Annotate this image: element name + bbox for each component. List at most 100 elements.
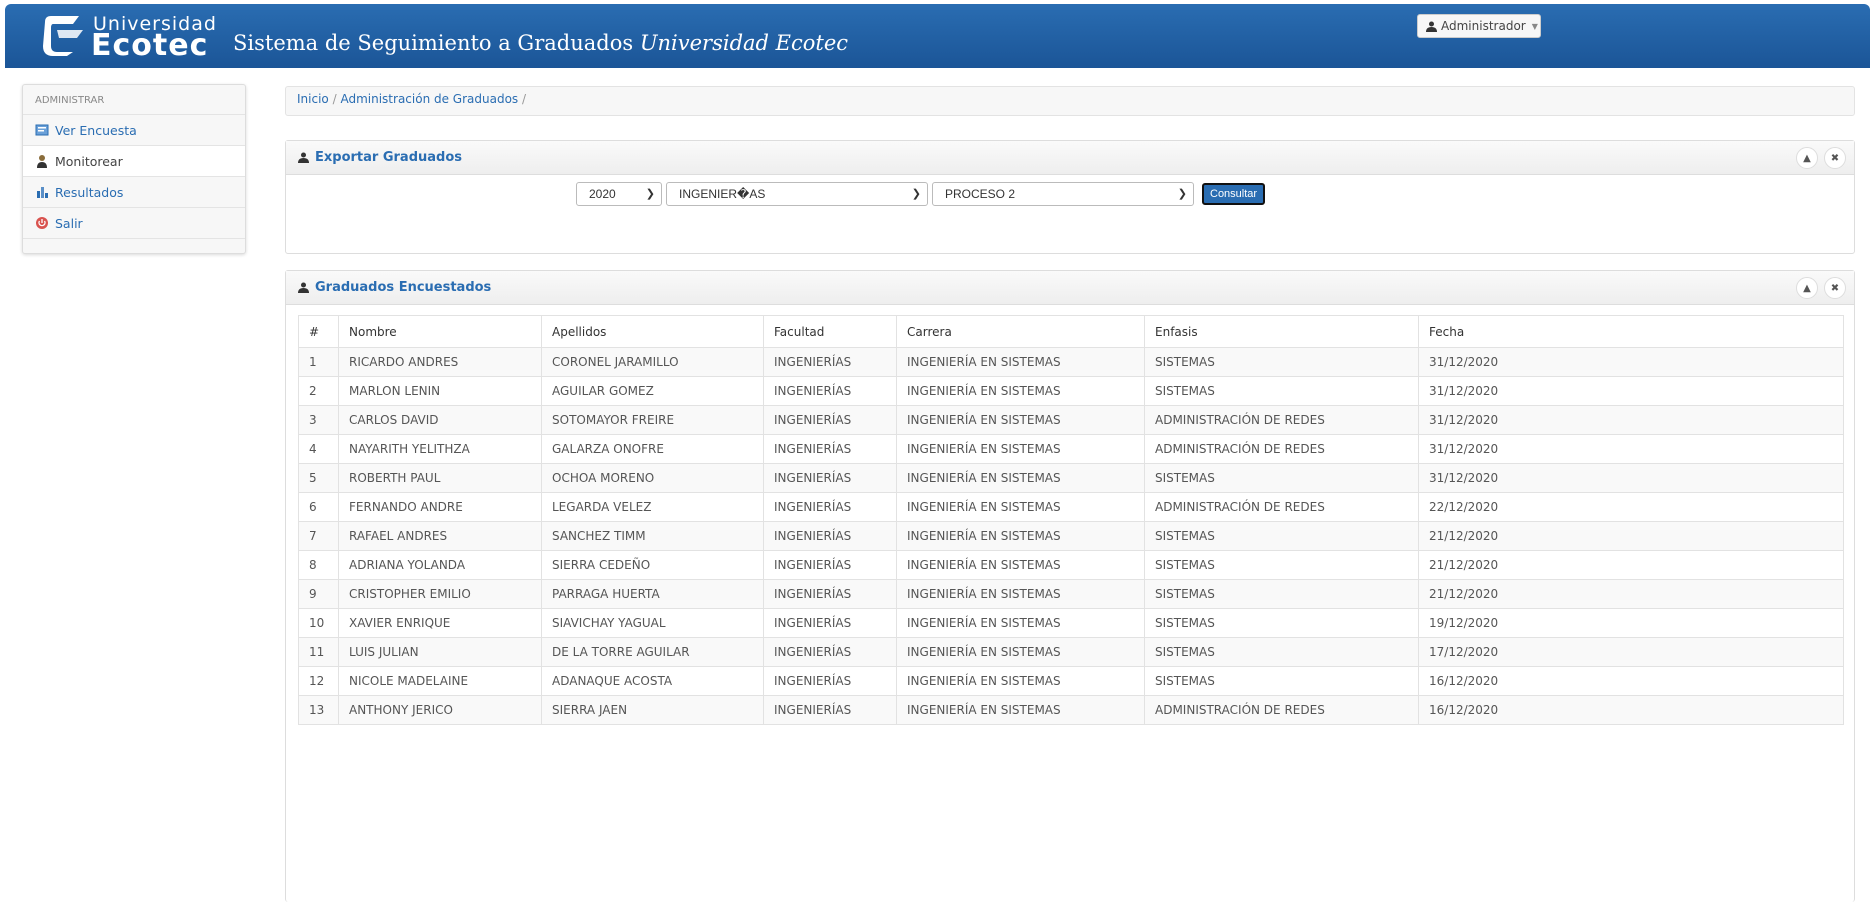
cell-last-name: SOTOMAYOR FREIRE [541,405,764,435]
cell-first-name: RICARDO ANDRES [338,347,542,377]
table-row[interactable]: 2 MARLON LENIN AGUILAR GOMEZ INGENIERÍAS ING… [298,376,1844,406]
sidebar-item-resultados[interactable]: Resultados [23,177,245,208]
cell-career: INGENIERÍA EN SISTEMAS [896,376,1145,406]
chevron-down-icon: ❯ [911,188,921,200]
cell-emphasis: SISTEMAS [1144,637,1419,667]
graduates-panel-title: Graduados Encuestados [315,280,492,295]
chevron-down-icon: ❯ [645,188,655,200]
table-row[interactable]: 6 FERNANDO ANDRE LEGARDA VELEZ INGENIERÍAS I… [298,492,1844,522]
user-icon [1426,21,1437,32]
table-row[interactable]: 5 ROBERTH PAUL OCHOA MORENO INGENIERÍAS INGE… [298,463,1844,493]
cell-first-name: ROBERTH PAUL [338,463,542,493]
title-italic: Universidad Ecotec [639,31,849,55]
graduates-panel: Graduados Encuestados ▲ ✖ # Nombre Apell… [285,270,1855,902]
cell-row-number: 3 [298,405,339,435]
cell-last-name: GALARZA ONOFRE [541,434,764,464]
column-header[interactable]: Carrera [896,315,1145,348]
graduates-panel-header: Graduados Encuestados ▲ ✖ [286,271,1854,305]
close-icon[interactable]: ✖ [1824,277,1846,299]
cell-emphasis: ADMINISTRACIÓN DE REDES [1144,405,1419,435]
cell-first-name: FERNANDO ANDRE [338,492,542,522]
cell-row-number: 2 [298,376,339,406]
user-menu-button[interactable]: Administrador ▼ [1417,14,1541,38]
process-select-value: PROCESO 2 [945,187,1016,201]
collapse-icon[interactable]: ▲ [1796,277,1818,299]
table-header-row: # Nombre Apellidos Facultad Carrera Enfa… [298,315,1844,348]
sidebar-item-salir[interactable]: Salir [23,208,245,239]
table-row[interactable]: 8 ADRIANA YOLANDA SIERRA CEDEÑO INGENIERÍAS… [298,550,1844,580]
year-select-value: 2020 [589,187,616,201]
table-row[interactable]: 1 RICARDO ANDRES CORONEL JARAMILLO INGENIER… [298,347,1844,377]
column-header[interactable]: Nombre [338,315,542,348]
process-select[interactable]: PROCESO 2 ❯ [932,182,1194,206]
user-menu-label: Administrador [1441,19,1526,33]
export-panel-title: Exportar Graduados [315,150,462,165]
power-icon [36,217,48,229]
table-row[interactable]: 11 LUIS JULIAN DE LA TORRE AGUILAR INGENIER… [298,637,1844,667]
cell-row-number: 11 [298,637,339,667]
close-icon[interactable]: ✖ [1824,147,1846,169]
cell-career: INGENIERÍA EN SISTEMAS [896,434,1145,464]
column-header[interactable]: Apellidos [541,315,764,348]
sidebar-item-label: Monitorear [55,153,123,169]
cell-date: 31/12/2020 [1418,405,1844,435]
survey-icon [35,124,49,136]
table-row[interactable]: 9 CRISTOPHER EMILIO PARRAGA HUERTA INGENIER… [298,579,1844,609]
sidebar-item-label: Salir [55,215,83,231]
table-row[interactable]: 10 XAVIER ENRIQUE SIAVICHAY YAGUAL INGENIER… [298,608,1844,638]
cell-faculty: INGENIERÍAS [763,637,897,667]
table-row[interactable]: 13 ANTHONY JERICO SIERRA JAEN INGENIERÍAS IN… [298,695,1844,725]
column-header[interactable]: # [298,315,339,348]
column-header[interactable]: Fecha [1418,315,1844,348]
graduates-table: # Nombre Apellidos Facultad Carrera Enfa… [298,315,1844,725]
faculty-select[interactable]: INGENIER�AS ❯ [666,182,928,206]
sidebar-item-monitorear[interactable]: Monitorear [23,146,245,177]
brand-big: Ecotec [91,28,209,63]
breadcrumb-separator: / [522,92,527,106]
cell-faculty: INGENIERÍAS [763,434,897,464]
cell-career: INGENIERÍA EN SISTEMAS [896,666,1145,696]
cell-emphasis: SISTEMAS [1144,521,1419,551]
cell-emphasis: SISTEMAS [1144,463,1419,493]
export-panel-header: Exportar Graduados ▲ ✖ [286,141,1854,175]
table-row[interactable]: 12 NICOLE MADELAINE ADANAQUE ACOSTA INGENIE… [298,666,1844,696]
cell-date: 31/12/2020 [1418,347,1844,377]
cell-last-name: SIERRA CEDEÑO [541,550,764,580]
page-title: Sistema de Seguimiento a Graduados Unive… [233,31,848,55]
cell-last-name: DE LA TORRE AGUILAR [541,637,764,667]
chevron-down-icon: ❯ [1177,188,1187,200]
sidebar-item-ver-encuesta[interactable]: Ver Encuesta [23,115,245,146]
sidebar-item-label: Resultados [55,184,124,200]
cell-first-name: CARLOS DAVID [338,405,542,435]
table-row[interactable]: 3 CARLOS DAVID SOTOMAYOR FREIRE INGENIERÍAS… [298,405,1844,435]
column-header[interactable]: Facultad [763,315,897,348]
cell-first-name: RAFAEL ANDRES [338,521,542,551]
cell-date: 22/12/2020 [1418,492,1844,522]
export-filters: 2020 ❯ INGENIER�AS ❯ PROCESO 2 ❯ Consult… [576,182,1266,206]
table-row[interactable]: 4 NAYARITH YELITHZA GALARZA ONOFRE INGENIER… [298,434,1844,464]
collapse-icon[interactable]: ▲ [1796,147,1818,169]
ecotec-logo-icon [43,16,83,56]
cell-first-name: CRISTOPHER EMILIO [338,579,542,609]
panel-tools: ▲ ✖ [1796,277,1846,299]
cell-last-name: CORONEL JARAMILLO [541,347,764,377]
cell-emphasis: SISTEMAS [1144,376,1419,406]
column-header[interactable]: Enfasis [1144,315,1419,348]
caret-down-icon: ▼ [1531,21,1538,31]
year-select[interactable]: 2020 ❯ [576,182,662,206]
cell-row-number: 5 [298,463,339,493]
cell-date: 31/12/2020 [1418,376,1844,406]
breadcrumb-home-link[interactable]: Inicio [297,92,329,106]
cell-first-name: ADRIANA YOLANDA [338,550,542,580]
sidebar-section-title: ADMINISTRAR [23,85,245,115]
cell-row-number: 7 [298,521,339,551]
cell-date: 21/12/2020 [1418,579,1844,609]
cell-row-number: 12 [298,666,339,696]
panel-tools: ▲ ✖ [1796,147,1846,169]
cell-emphasis: SISTEMAS [1144,608,1419,638]
consultar-button[interactable]: Consultar [1202,183,1266,205]
cell-faculty: INGENIERÍAS [763,695,897,725]
table-row[interactable]: 7 RAFAEL ANDRES SANCHEZ TIMM INGENIERÍAS ING… [298,521,1844,551]
breadcrumb-current-link[interactable]: Administración de Graduados [340,92,518,106]
cell-faculty: INGENIERÍAS [763,492,897,522]
